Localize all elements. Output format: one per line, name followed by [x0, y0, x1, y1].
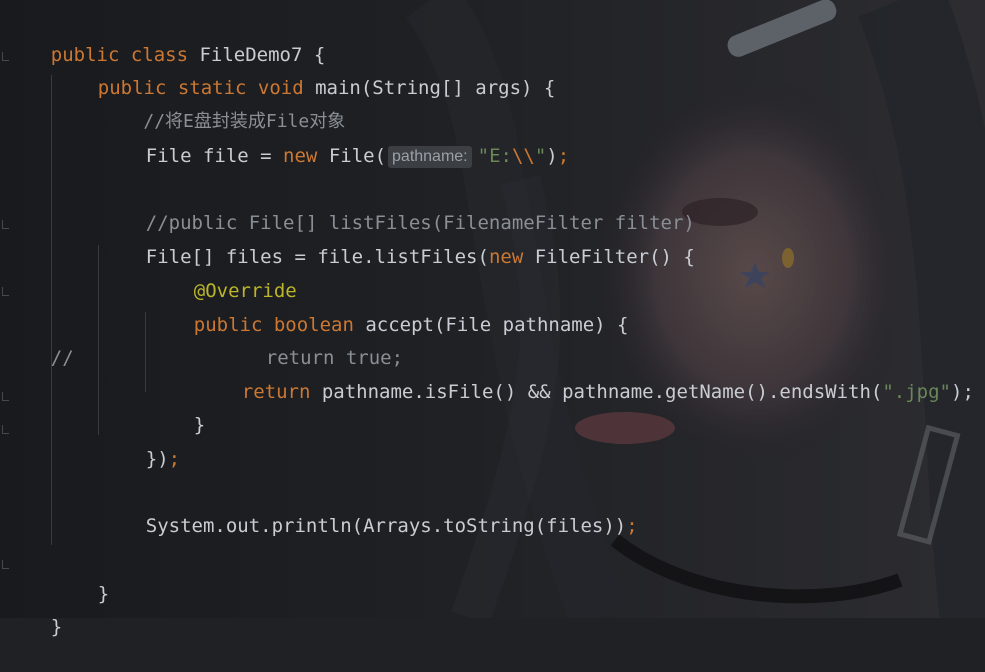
code-line-8[interactable]: @Override [148, 246, 297, 302]
fold-marker-icon[interactable] [2, 287, 9, 296]
code-line-7[interactable]: File[] files = file.listFiles(new FileFi… [100, 212, 695, 268]
parameter-hint: pathname: [388, 146, 472, 168]
indent-guide [51, 75, 52, 545]
code-line-10-body[interactable]: return true; [220, 313, 403, 369]
code-line-6[interactable]: //public File[] listFiles(FilenameFilter… [100, 178, 695, 234]
code-text: File file = [145, 145, 284, 167]
string-literal: " [534, 145, 547, 167]
code-text: FileFilter() { [523, 246, 695, 268]
code-line-17[interactable]: } [52, 549, 109, 605]
code-editor[interactable]: public class FileDemo7 { public static v… [0, 0, 985, 638]
semicolon: ; [557, 145, 570, 167]
escape-sequence: \\ [511, 145, 535, 167]
code-text: System.out.println(Arrays.toString(files… [145, 515, 627, 537]
code-line-1[interactable]: public class FileDemo7 { [5, 10, 326, 66]
code-line-2[interactable]: public static void main(String[] args) { [52, 43, 556, 99]
code-line-15[interactable]: System.out.println(Arrays.toString(files… [100, 481, 638, 537]
code-line-11[interactable]: return pathname.isFile() && pathname.get… [196, 347, 974, 403]
fold-marker-icon[interactable] [2, 560, 9, 569]
code-line-12[interactable]: } [148, 380, 205, 436]
code-text: } [97, 583, 110, 605]
code-line-9[interactable]: public boolean accept(File pathname) { [148, 280, 629, 336]
code-text: ) [546, 145, 558, 167]
fold-marker-icon[interactable] [2, 220, 9, 229]
code-line-4[interactable]: File file = new File(pathname: "E:\\"); [100, 111, 569, 168]
string-literal: "E: [477, 145, 512, 167]
semicolon: ; [626, 515, 638, 537]
comment-marker: // [50, 347, 74, 369]
keyword: new [283, 145, 318, 167]
code-text: } [50, 616, 63, 638]
code-text: File( [317, 145, 387, 167]
code-text: }) [145, 448, 169, 470]
semicolon: ; [168, 448, 181, 470]
code-text: ); [951, 381, 974, 403]
code-line-18[interactable]: } [5, 582, 62, 638]
string-literal: ".jpg" [882, 381, 951, 403]
indent-guide [145, 312, 146, 392]
code-line-3[interactable]: //将E盘封装成File对象 [100, 77, 345, 132]
code-text: pathname.isFile() && pathname.getName().… [310, 381, 883, 403]
indent-guide [98, 245, 99, 435]
code-line-10[interactable]: // [5, 313, 74, 369]
code-line-13[interactable]: }); [100, 414, 180, 470]
fold-marker-icon[interactable] [2, 425, 9, 434]
code-text: } [193, 414, 206, 436]
keyword: new [488, 246, 524, 268]
keyword: return [241, 381, 311, 403]
